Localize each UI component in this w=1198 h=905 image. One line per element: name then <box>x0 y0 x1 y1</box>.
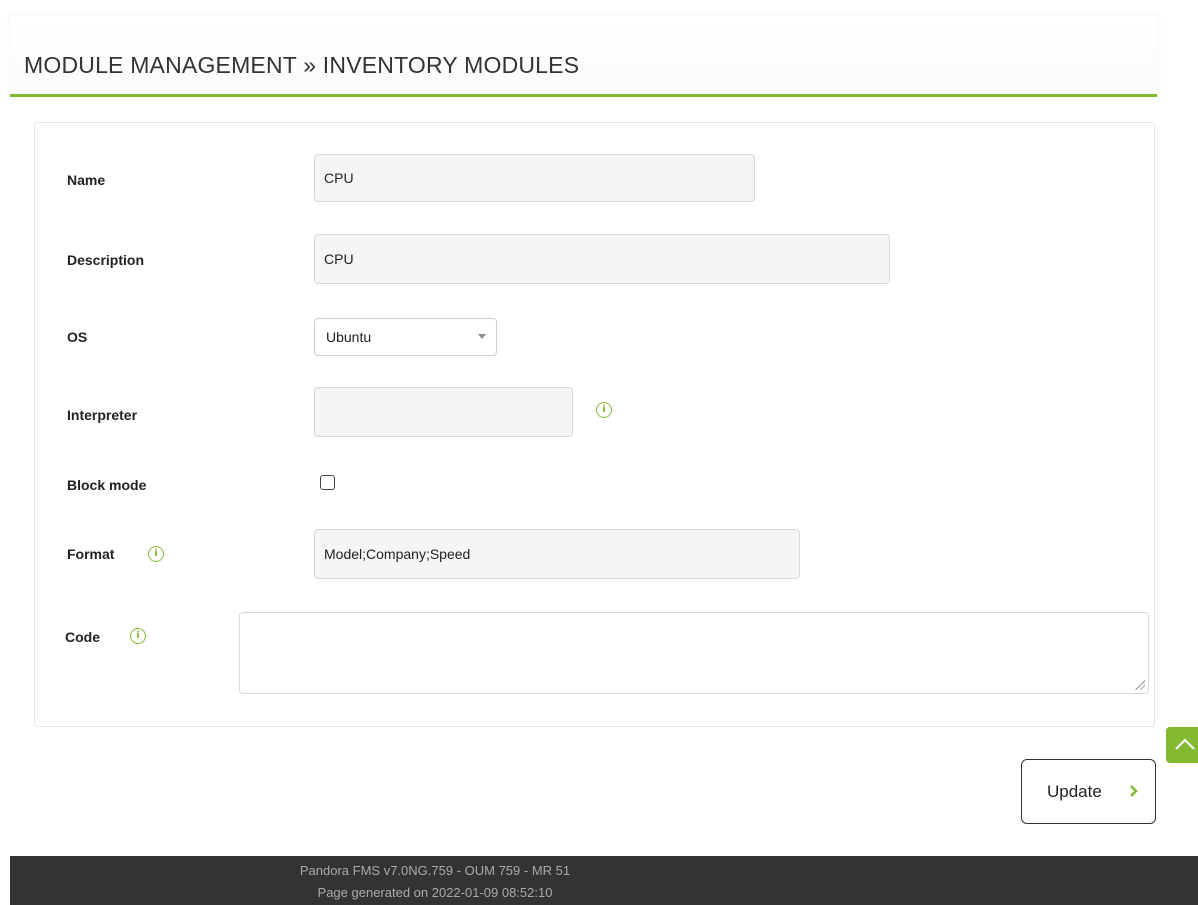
os-selected-value: Ubuntu <box>326 329 372 345</box>
scroll-to-top-button[interactable] <box>1166 727 1198 763</box>
code-info-icon[interactable]: i <box>130 628 146 644</box>
dropdown-arrow-icon <box>478 334 486 339</box>
format-label: Format <box>67 546 115 562</box>
page: MODULE MANAGEMENT » INVENTORY MODULES Na… <box>0 0 1198 905</box>
chevron-right-icon <box>1130 785 1138 797</box>
footer-version: Pandora FMS v7.0NG.759 - OUM 759 - MR 51 <box>299 863 571 878</box>
interpreter-info-icon[interactable]: i <box>596 402 612 418</box>
interpreter-field[interactable] <box>314 387 573 437</box>
page-title: MODULE MANAGEMENT » INVENTORY MODULES <box>24 52 580 78</box>
os-label: OS <box>67 329 88 345</box>
footer-generated: Page generated on 2022-01-09 08:52:10 <box>317 885 553 900</box>
chevron-up-icon <box>1175 738 1195 750</box>
format-field[interactable] <box>314 529 800 579</box>
resize-handle-icon[interactable] <box>1135 680 1145 690</box>
code-label: Code <box>65 629 100 645</box>
code-textarea[interactable] <box>239 612 1149 694</box>
os-select[interactable]: Ubuntu <box>314 318 497 356</box>
page-footer: Pandora FMS v7.0NG.759 - OUM 759 - MR 51… <box>10 856 1198 905</box>
format-info-icon[interactable]: i <box>148 546 164 562</box>
name-field[interactable] <box>314 154 755 202</box>
description-field[interactable] <box>314 234 890 284</box>
description-label: Description <box>67 252 145 268</box>
block-mode-label: Block mode <box>67 477 147 493</box>
name-label: Name <box>67 172 106 188</box>
interpreter-label: Interpreter <box>67 407 138 423</box>
update-button-label: Update <box>1047 782 1102 801</box>
block-mode-checkbox[interactable] <box>320 475 335 490</box>
update-button[interactable]: Update <box>1021 759 1156 824</box>
